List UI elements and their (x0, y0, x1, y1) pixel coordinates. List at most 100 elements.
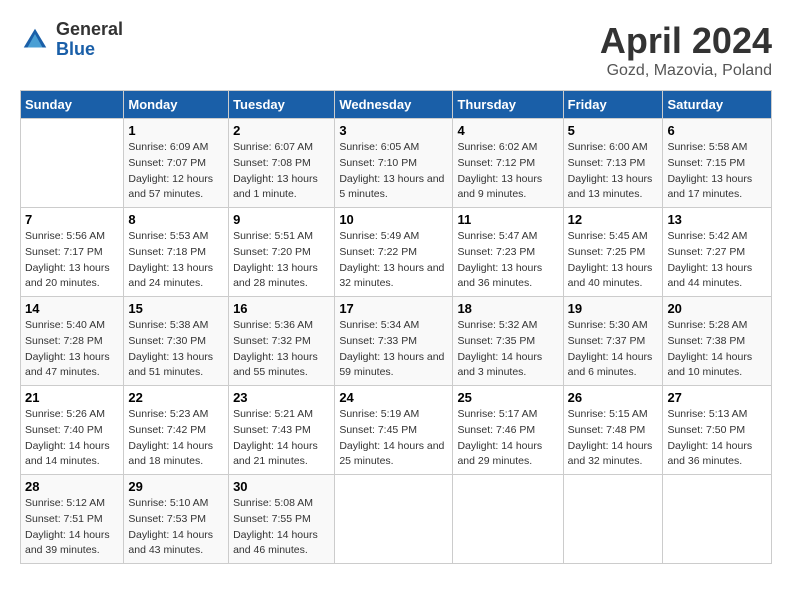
calendar-day-cell (335, 475, 453, 564)
calendar-day-cell: 26 Sunrise: 5:15 AMSunset: 7:48 PMDayligh… (563, 386, 663, 475)
calendar-header-row: SundayMondayTuesdayWednesdayThursdayFrid… (21, 91, 772, 119)
day-number: 14 (25, 301, 119, 316)
subtitle: Gozd, Mazovia, Poland (600, 62, 772, 80)
day-number: 3 (339, 123, 448, 138)
calendar-day-cell: 29Sunrise: 5:10 AMSunset: 7:53 PMDayligh… (124, 475, 229, 564)
day-info: Sunrise: 5:56 AMSunset: 7:17 PMDaylight:… (25, 229, 119, 292)
day-info: Sunrise: 6:09 AMSunset: 7:07 PMDaylight:… (128, 140, 224, 203)
calendar-table: SundayMondayTuesdayWednesdayThursdayFrid… (20, 90, 772, 564)
day-info: Sunrise: 5:26 AMSunset: 7:40 PMDaylight:… (25, 407, 119, 470)
day-number: 5 (568, 123, 659, 138)
day-number: 30 (233, 479, 330, 494)
calendar-week-row: 21Sunrise: 5:26 AMSunset: 7:40 PMDayligh… (21, 386, 772, 475)
calendar-day-cell: 13 Sunrise: 5:42 AMSunset: 7:27 PMDayligh… (663, 208, 772, 297)
day-number: 16 (233, 301, 330, 316)
logo-general: General (56, 20, 123, 40)
calendar-day-cell: 8 Sunrise: 5:53 AMSunset: 7:18 PMDaylight… (124, 208, 229, 297)
day-info: Sunrise: 5:12 AMSunset: 7:51 PMDaylight:… (25, 496, 119, 559)
day-info: Sunrise: 5:49 AMSunset: 7:22 PMDaylight:… (339, 229, 448, 292)
day-info: Sunrise: 6:00 AMSunset: 7:13 PMDaylight:… (568, 140, 659, 203)
day-number: 23 (233, 390, 330, 405)
calendar-day-cell: 1 Sunrise: 6:09 AMSunset: 7:07 PMDaylight… (124, 119, 229, 208)
day-number: 27 (667, 390, 767, 405)
calendar-day-cell: 2 Sunrise: 6:07 AMSunset: 7:08 PMDaylight… (229, 119, 335, 208)
day-number: 20 (667, 301, 767, 316)
calendar-day-cell: 6Sunrise: 5:58 AMSunset: 7:15 PMDaylight… (663, 119, 772, 208)
calendar-day-cell: 15 Sunrise: 5:38 AMSunset: 7:30 PMDayligh… (124, 297, 229, 386)
calendar-week-row: 1 Sunrise: 6:09 AMSunset: 7:07 PMDaylight… (21, 119, 772, 208)
day-info: Sunrise: 5:58 AMSunset: 7:15 PMDaylight:… (667, 140, 767, 203)
calendar-day-cell: 22Sunrise: 5:23 AMSunset: 7:42 PMDayligh… (124, 386, 229, 475)
day-number: 1 (128, 123, 224, 138)
calendar-week-row: 28 Sunrise: 5:12 AMSunset: 7:51 PMDayligh… (21, 475, 772, 564)
day-info: Sunrise: 5:15 AMSunset: 7:48 PMDaylight:… (568, 407, 659, 470)
calendar-header-cell: Tuesday (229, 91, 335, 119)
day-info: Sunrise: 5:51 AMSunset: 7:20 PMDaylight:… (233, 229, 330, 292)
day-info: Sunrise: 6:05 AMSunset: 7:10 PMDaylight:… (339, 140, 448, 203)
day-info: Sunrise: 5:08 AMSunset: 7:55 PMDaylight:… (233, 496, 330, 559)
calendar-day-cell: 24Sunrise: 5:19 AMSunset: 7:45 PMDayligh… (335, 386, 453, 475)
logo: General Blue (20, 20, 123, 60)
day-info: Sunrise: 5:40 AMSunset: 7:28 PMDaylight:… (25, 318, 119, 381)
logo-icon (20, 25, 50, 55)
day-info: Sunrise: 5:45 AMSunset: 7:25 PMDaylight:… (568, 229, 659, 292)
day-number: 13 (667, 212, 767, 227)
day-info: Sunrise: 5:42 AMSunset: 7:27 PMDaylight:… (667, 229, 767, 292)
calendar-day-cell: 11Sunrise: 5:47 AMSunset: 7:23 PMDayligh… (453, 208, 563, 297)
day-info: Sunrise: 5:38 AMSunset: 7:30 PMDaylight:… (128, 318, 224, 381)
day-number: 15 (128, 301, 224, 316)
day-number: 26 (568, 390, 659, 405)
calendar-day-cell: 27 Sunrise: 5:13 AMSunset: 7:50 PMDayligh… (663, 386, 772, 475)
calendar-day-cell: 16 Sunrise: 5:36 AMSunset: 7:32 PMDayligh… (229, 297, 335, 386)
day-number: 19 (568, 301, 659, 316)
day-number: 12 (568, 212, 659, 227)
calendar-day-cell (563, 475, 663, 564)
day-number: 17 (339, 301, 448, 316)
day-info: Sunrise: 5:36 AMSunset: 7:32 PMDaylight:… (233, 318, 330, 381)
day-info: Sunrise: 5:21 AMSunset: 7:43 PMDaylight:… (233, 407, 330, 470)
calendar-day-cell: 3 Sunrise: 6:05 AMSunset: 7:10 PMDaylight… (335, 119, 453, 208)
day-info: Sunrise: 5:10 AMSunset: 7:53 PMDaylight:… (128, 496, 224, 559)
calendar-day-cell: 4Sunrise: 6:02 AMSunset: 7:12 PMDaylight… (453, 119, 563, 208)
calendar-day-cell: 17 Sunrise: 5:34 AMSunset: 7:33 PMDayligh… (335, 297, 453, 386)
calendar-day-cell (453, 475, 563, 564)
calendar-day-cell: 20 Sunrise: 5:28 AMSunset: 7:38 PMDayligh… (663, 297, 772, 386)
calendar-day-cell: 21Sunrise: 5:26 AMSunset: 7:40 PMDayligh… (21, 386, 124, 475)
day-info: Sunrise: 5:47 AMSunset: 7:23 PMDaylight:… (457, 229, 558, 292)
day-number: 18 (457, 301, 558, 316)
calendar-header-cell: Wednesday (335, 91, 453, 119)
day-info: Sunrise: 6:02 AMSunset: 7:12 PMDaylight:… (457, 140, 558, 203)
calendar-day-cell (663, 475, 772, 564)
day-number: 2 (233, 123, 330, 138)
calendar-header-cell: Friday (563, 91, 663, 119)
calendar-day-cell: 12 Sunrise: 5:45 AMSunset: 7:25 PMDayligh… (563, 208, 663, 297)
day-number: 28 (25, 479, 119, 494)
day-info: Sunrise: 6:07 AMSunset: 7:08 PMDaylight:… (233, 140, 330, 203)
day-info: Sunrise: 5:53 AMSunset: 7:18 PMDaylight:… (128, 229, 224, 292)
day-info: Sunrise: 5:34 AMSunset: 7:33 PMDaylight:… (339, 318, 448, 381)
calendar-day-cell: 14 Sunrise: 5:40 AMSunset: 7:28 PMDayligh… (21, 297, 124, 386)
main-title: April 2024 (600, 20, 772, 62)
day-info: Sunrise: 5:32 AMSunset: 7:35 PMDaylight:… (457, 318, 558, 381)
calendar-header-cell: Saturday (663, 91, 772, 119)
day-number: 8 (128, 212, 224, 227)
calendar-day-cell: 28 Sunrise: 5:12 AMSunset: 7:51 PMDayligh… (21, 475, 124, 564)
day-number: 22 (128, 390, 224, 405)
day-info: Sunrise: 5:17 AMSunset: 7:46 PMDaylight:… (457, 407, 558, 470)
calendar-day-cell (21, 119, 124, 208)
calendar-day-cell: 10Sunrise: 5:49 AMSunset: 7:22 PMDayligh… (335, 208, 453, 297)
calendar-week-row: 7 Sunrise: 5:56 AMSunset: 7:17 PMDaylight… (21, 208, 772, 297)
day-info: Sunrise: 5:30 AMSunset: 7:37 PMDaylight:… (568, 318, 659, 381)
calendar-header-cell: Sunday (21, 91, 124, 119)
logo-blue: Blue (56, 40, 123, 60)
calendar-day-cell: 7 Sunrise: 5:56 AMSunset: 7:17 PMDaylight… (21, 208, 124, 297)
logo-text: General Blue (56, 20, 123, 60)
calendar-header-cell: Thursday (453, 91, 563, 119)
day-info: Sunrise: 5:28 AMSunset: 7:38 PMDaylight:… (667, 318, 767, 381)
day-number: 7 (25, 212, 119, 227)
page-header: General Blue April 2024 Gozd, Mazovia, P… (20, 20, 772, 80)
calendar-day-cell: 19 Sunrise: 5:30 AMSunset: 7:37 PMDayligh… (563, 297, 663, 386)
calendar-day-cell: 25Sunrise: 5:17 AMSunset: 7:46 PMDayligh… (453, 386, 563, 475)
calendar-body: 1 Sunrise: 6:09 AMSunset: 7:07 PMDaylight… (21, 119, 772, 564)
day-info: Sunrise: 5:13 AMSunset: 7:50 PMDaylight:… (667, 407, 767, 470)
